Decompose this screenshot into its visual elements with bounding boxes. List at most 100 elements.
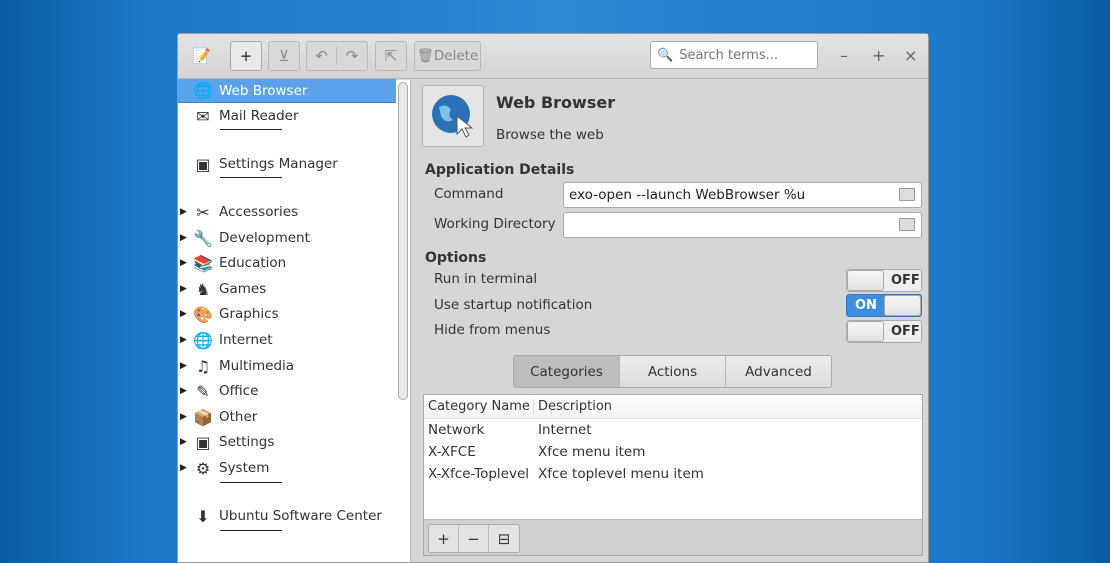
folder-icon[interactable] [899,218,915,231]
tree-item[interactable]: ▶ ⚙ System [178,456,396,480]
scrollbar[interactable] [398,82,408,400]
tree-item[interactable]: ▶ 🔧 Development [178,226,396,250]
tree-item[interactable]: ▶ ✂ Accessories [178,200,396,224]
tree-item[interactable]: ▶ 📦 Other [178,405,396,429]
workdir-field[interactable] [563,212,922,238]
app-details-heading: Application Details [425,162,575,178]
add-button[interactable]: + [230,41,262,71]
tree-item[interactable]: ▶ 📚 Education [178,251,396,275]
search-icon: 🔍 [657,47,674,63]
app-subtitle: Browse the web [496,127,604,143]
separator [220,482,282,483]
search-field[interactable]: 🔍 [650,41,818,69]
hide-from-menus-label: Hide from menus [434,322,551,338]
hide-from-menus-toggle[interactable]: OFF [846,320,922,343]
tree-item[interactable]: 🌐 Web Browser [178,79,396,103]
app-title: Web Browser [496,93,616,112]
software-center-icon: ⬇ [196,506,210,526]
revert-icon: ⇱ [384,47,398,65]
category-name: X-XFCE [428,444,476,460]
expander-arrow-icon[interactable]: ▶ [180,361,187,371]
options-heading: Options [425,250,487,266]
tree-item[interactable]: ▣ Settings Manager [178,152,396,176]
startup-notification-toggle[interactable]: ON [846,294,922,317]
column-header-category[interactable]: Category Name [424,399,534,414]
globe-icon [432,95,474,138]
tree-item[interactable]: ⬇ Ubuntu Software Center [178,504,396,528]
expander-arrow-icon[interactable]: ▶ [180,437,187,447]
workdir-label: Working Directory [434,216,556,232]
tree-item-label: Internet [219,332,273,348]
run-in-terminal-label: Run in terminal [434,271,538,287]
tree-item-label: Web Browser [219,82,308,99]
expander-arrow-icon[interactable]: ▶ [180,233,187,243]
table-header: Category Name Description [424,395,922,419]
tree-item-label: Multimedia [219,358,295,374]
expander-arrow-icon[interactable]: ▶ [180,463,187,473]
edit-category-button[interactable]: ⊟ [489,525,519,552]
startup-notification-label: Use startup notification [434,297,593,313]
undo-icon[interactable]: ↶ [307,47,337,65]
tab-advanced[interactable]: Advanced [726,356,831,387]
education-icon: 📚 [193,253,213,273]
separator [220,177,282,178]
menu-editor-window: 📝 + ⊻ ↶↷ ⇱ 🗑Delete 🔍 – + × 🌐 Web Browser ✉… [177,33,929,563]
tab-categories[interactable]: Categories [514,356,620,387]
remove-category-button[interactable]: − [459,525,489,552]
expander-arrow-icon[interactable]: ▶ [180,386,187,396]
graphics-icon: 🎨 [193,304,213,324]
internet-icon: 🌐 [193,330,213,350]
detail-tabs: Categories Actions Advanced [513,355,832,388]
table-row[interactable]: X-Xfce-Toplevel Xfce toplevel menu item [424,463,922,485]
add-separator-button[interactable]: ⊻ [268,41,300,71]
table-toolbar: + − ⊟ [424,519,922,555]
folder-icon[interactable] [899,188,915,201]
settings-icon: ▣ [195,432,211,452]
tree-item[interactable]: ▶ ♞ Games [178,277,396,301]
tree-item-label: System [219,460,270,476]
menu-tree: 🌐 Web Browser ✉ Mail Reader ▣ Settings Manage… [178,79,411,562]
games-icon: ♞ [195,279,211,299]
expander-arrow-icon[interactable]: ▶ [180,412,187,422]
expander-arrow-icon[interactable]: ▶ [180,284,187,294]
tree-item[interactable]: ▶ 🎨 Graphics [178,302,396,326]
table-row[interactable]: X-XFCE Xfce menu item [424,441,922,463]
category-name: X-Xfce-Toplevel [428,466,530,482]
toolbar: 📝 + ⊻ ↶↷ ⇱ 🗑Delete 🔍 – + × [178,34,928,79]
table-row[interactable]: Network Internet [424,419,922,441]
app-icon-button[interactable] [422,85,484,147]
run-in-terminal-toggle[interactable]: OFF [846,269,922,292]
editor-icon: 📝 [192,47,211,65]
tree-item[interactable]: ▶ ♫ Multimedia [178,354,396,378]
tree-item[interactable]: ✉ Mail Reader [178,104,396,128]
maximize-button[interactable]: + [872,46,885,65]
delete-button[interactable]: 🗑 Delete [414,41,481,71]
tab-actions[interactable]: Actions [620,356,726,387]
minimize-button[interactable]: – [840,46,848,65]
tree-item-label: Education [219,255,287,271]
tree-item-label: Accessories [219,204,299,220]
save-icon: ⊻ [278,47,290,65]
command-field[interactable]: exo-open --launch WebBrowser %u [563,182,922,208]
add-category-button[interactable]: + [429,525,459,552]
redo-icon[interactable]: ↷ [337,47,367,65]
tree-item[interactable]: ▶ ✎ Office [178,379,396,403]
tree-item[interactable]: ▶ 🌐 Internet [178,328,396,352]
expander-arrow-icon[interactable]: ▶ [180,335,187,345]
expander-arrow-icon[interactable]: ▶ [180,309,187,319]
close-button[interactable]: × [904,46,917,65]
expander-arrow-icon[interactable]: ▶ [180,258,187,268]
command-label: Command [434,186,504,202]
revert-button[interactable]: ⇱ [375,41,407,71]
settings-icon: ▣ [195,154,211,174]
detail-pane: Web Browser Browse the web Application D… [412,80,928,562]
search-input[interactable] [679,47,810,63]
development-icon: 🔧 [193,228,213,248]
command-value: exo-open --launch WebBrowser %u [569,187,806,203]
undo-redo-group: ↶ ↷ [306,41,368,71]
tree-item[interactable]: ▶ ▣ Settings [178,430,396,454]
column-header-description[interactable]: Description [534,399,612,414]
separator [220,129,282,130]
expander-arrow-icon[interactable]: ▶ [180,207,187,217]
category-name: Network [428,422,485,438]
